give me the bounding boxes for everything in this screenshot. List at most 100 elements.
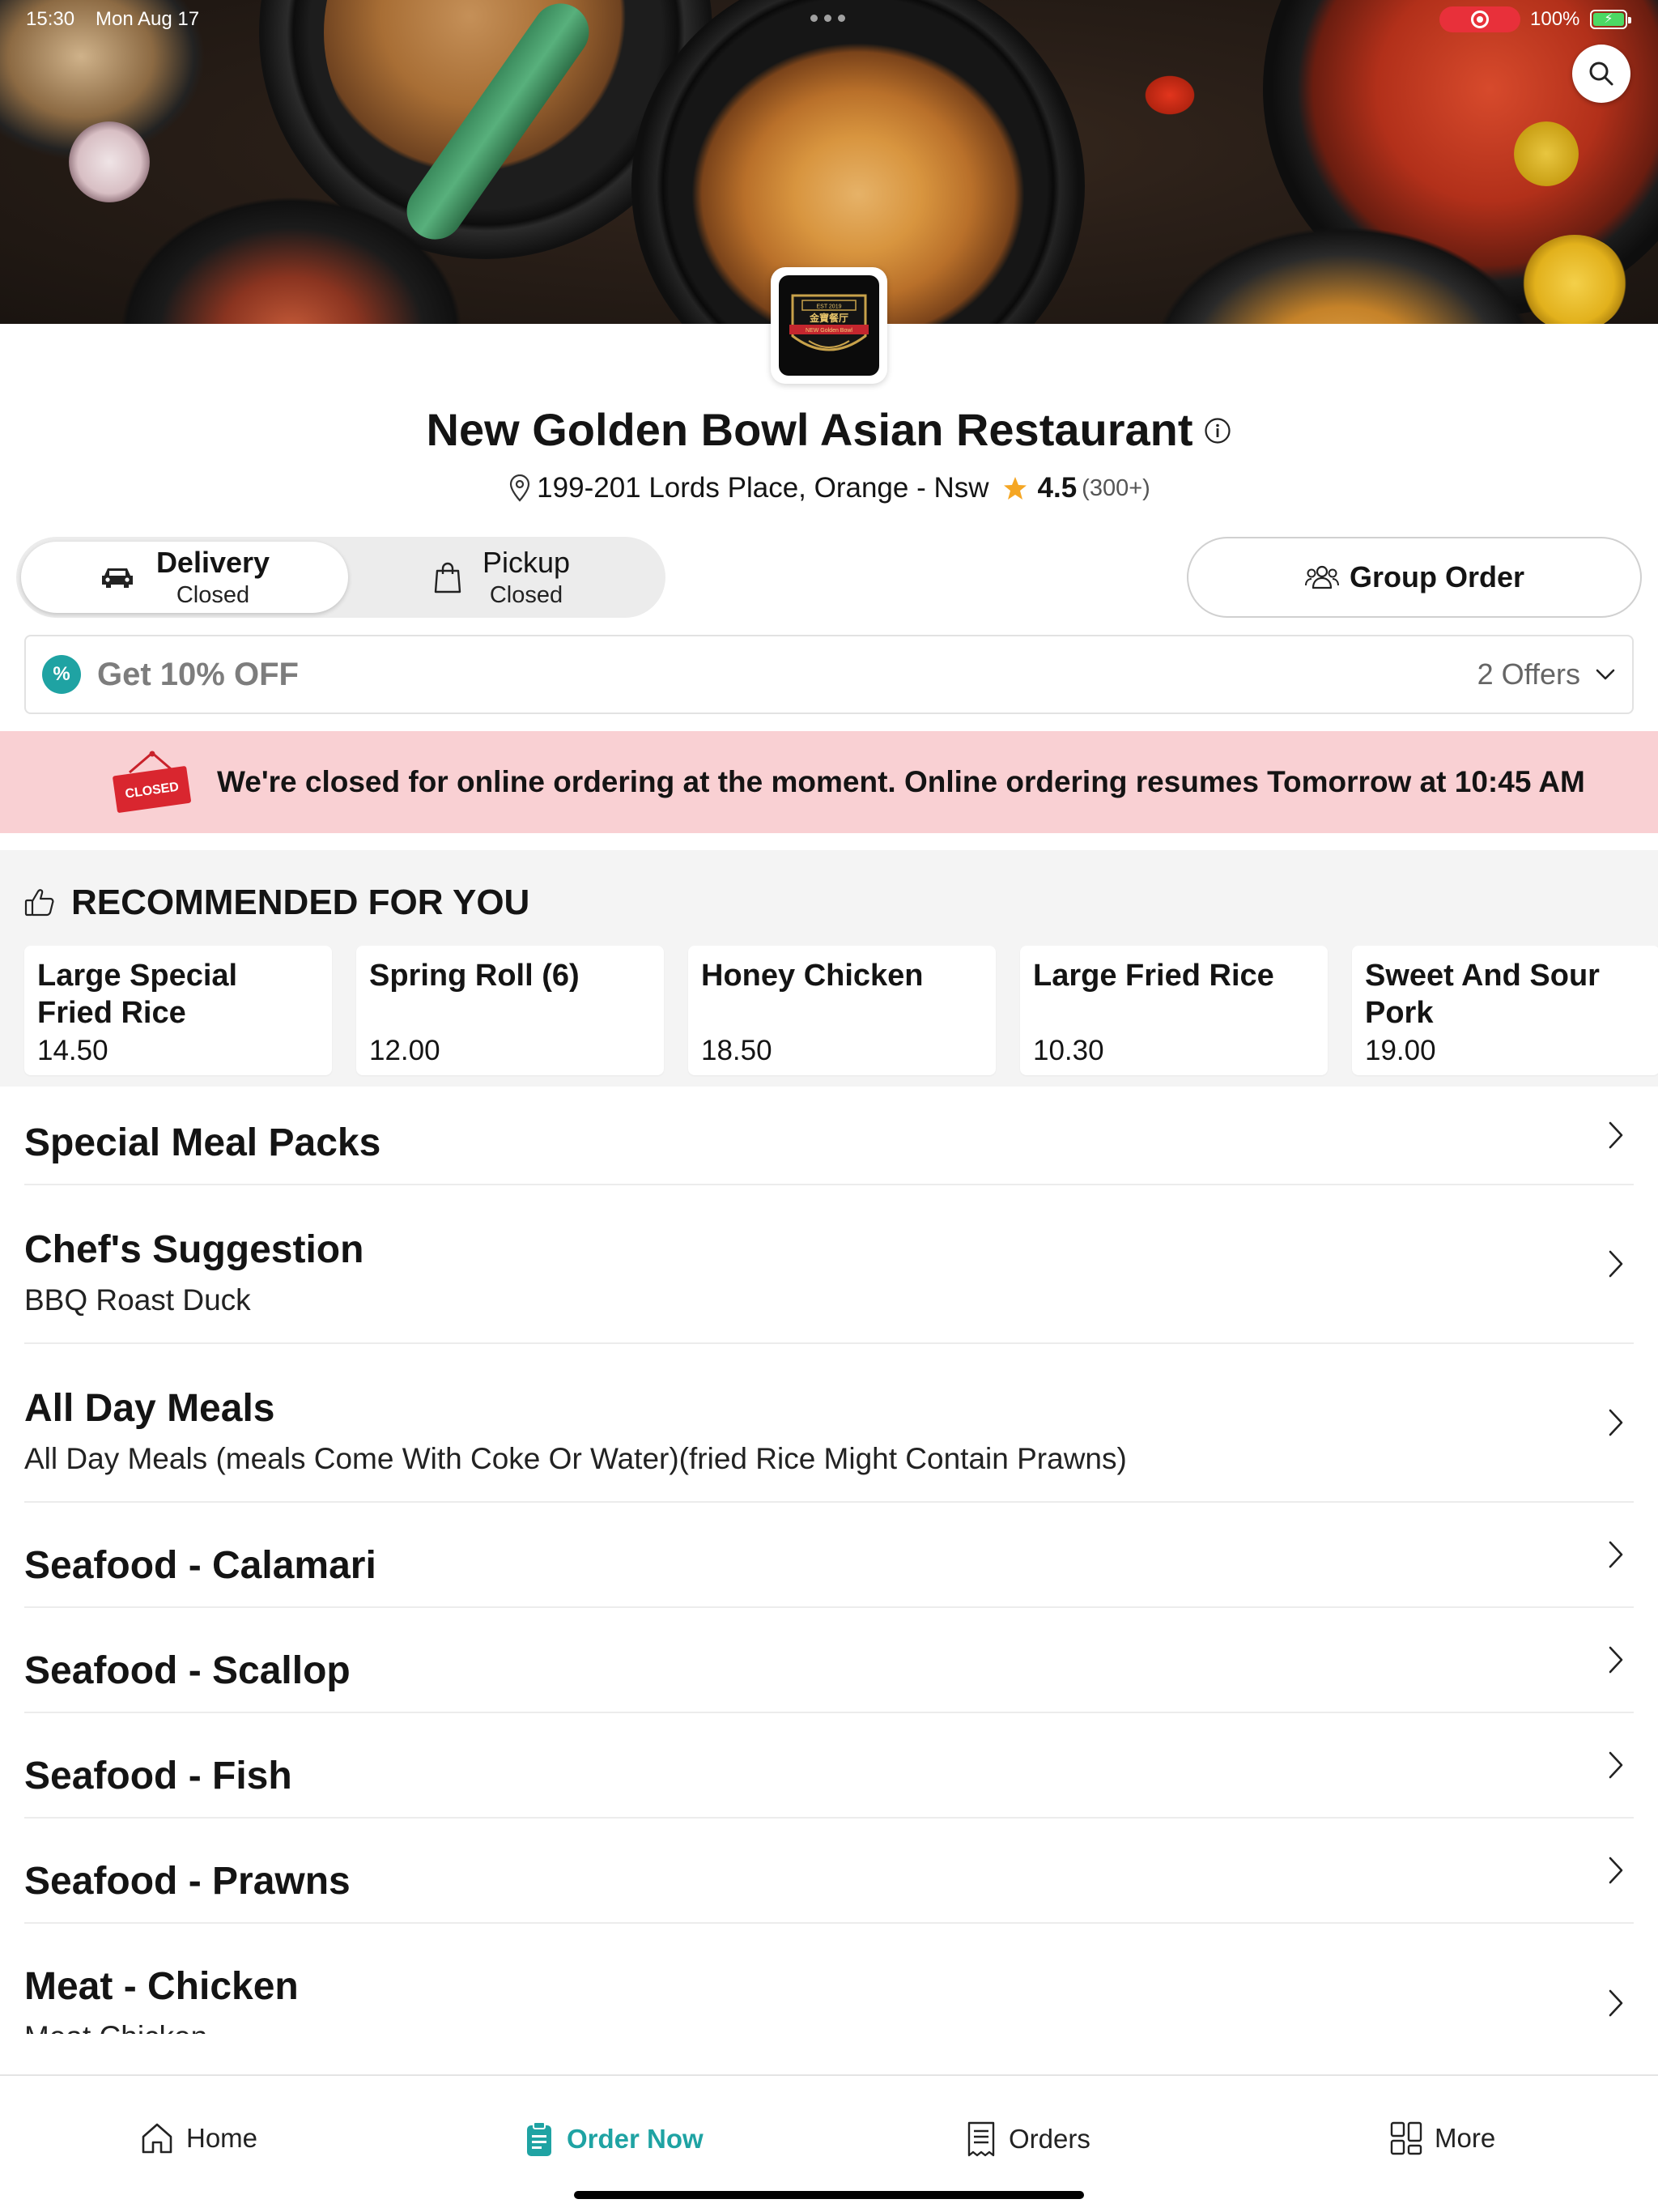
recommended-card[interactable]: Honey Chicken 18.50	[688, 946, 996, 1075]
group-order-label: Group Order	[1349, 560, 1525, 593]
recommended-item-name: Sweet And Sour Pork	[1365, 959, 1600, 1031]
rating-count: (300+)	[1082, 474, 1150, 501]
grid-icon	[1390, 2121, 1422, 2155]
status-date: Mon Aug 17	[96, 8, 200, 30]
group-users-icon	[1304, 565, 1339, 589]
star-icon	[1003, 477, 1027, 500]
delivery-option[interactable]: Delivery Closed	[21, 542, 348, 613]
chevron-right-icon	[1609, 1857, 1623, 1884]
chevron-right-icon	[1609, 1121, 1623, 1149]
delivery-status: Closed	[176, 582, 250, 609]
pickup-label: Pickup	[482, 546, 571, 580]
recommended-item-price: 19.00	[1365, 1035, 1436, 1066]
category-description: BBQ Roast Duck	[24, 1283, 251, 1317]
battery-icon: ⚡	[1590, 10, 1631, 29]
category-row[interactable]: Seafood - Calamari	[24, 1503, 1634, 1608]
rating-value: 4.5	[1037, 472, 1078, 504]
thumbs-up-icon	[24, 889, 54, 917]
restaurant-logo: EST 2019 金寶餐厅 NEW Golden Bowl	[771, 267, 887, 384]
category-description: All Day Meals (meals Come With Coke Or W…	[24, 1442, 1127, 1475]
car-icon	[101, 568, 133, 588]
svg-text:NEW Golden Bowl: NEW Golden Bowl	[806, 328, 852, 334]
status-bar: 15:30 Mon Aug 17 100% ⚡	[0, 0, 1658, 39]
recommended-item-price: 10.30	[1033, 1035, 1104, 1066]
category-row[interactable]: Seafood - Prawns	[24, 1819, 1634, 1924]
search-button[interactable]	[1572, 45, 1630, 103]
shopping-bag-icon	[434, 562, 461, 593]
restaurant-address: 199-201 Lords Place, Orange - Nsw	[537, 472, 989, 504]
info-icon[interactable]	[1204, 402, 1231, 455]
recommended-item-price: 18.50	[701, 1035, 772, 1066]
chevron-right-icon	[1609, 1250, 1623, 1278]
category-title: Seafood - Fish	[24, 1755, 292, 1797]
home-indicator[interactable]	[574, 2191, 1084, 2199]
recommended-item-name: Spring Roll (6)	[369, 959, 580, 993]
tab-orders[interactable]: Orders	[965, 2121, 1090, 2158]
chevron-right-icon	[1609, 1409, 1623, 1436]
svg-text:金寶餐厅: 金寶餐厅	[809, 312, 848, 324]
recommended-heading: RECOMMENDED FOR YOU	[24, 883, 529, 923]
recommended-item-price: 12.00	[369, 1035, 440, 1066]
chevron-right-icon	[1609, 1646, 1623, 1674]
closed-message: We're closed for online ordering at the …	[217, 765, 1585, 798]
pickup-option[interactable]: Pickup Closed	[338, 542, 665, 613]
tab-order-now-label: Order Now	[567, 2124, 704, 2154]
restaurant-name-text: New Golden Bowl Asian Restaurant	[426, 404, 1193, 455]
category-title: Seafood - Scallop	[24, 1649, 351, 1692]
menu-category-list: Special Meal Packs Chef's Suggestion BBQ…	[0, 1087, 1658, 2034]
category-row[interactable]: Special Meal Packs	[24, 1087, 1634, 1185]
category-title: Seafood - Calamari	[24, 1544, 376, 1587]
svg-text:EST 2019: EST 2019	[816, 304, 841, 310]
receipt-icon	[967, 2121, 995, 2157]
tab-home-label: Home	[186, 2123, 258, 2153]
delivery-label: Delivery	[155, 546, 270, 580]
discount-badge-icon: %	[42, 655, 81, 694]
recommended-card[interactable]: Spring Roll (6) 12.00	[356, 946, 664, 1075]
restaurant-name: New Golden Bowl Asian Restaurant	[0, 403, 1658, 460]
recommended-item-name: Large Fried Rice	[1033, 959, 1274, 993]
location-pin-icon	[510, 474, 530, 502]
category-row[interactable]: Meat - Chicken Meat Chicken	[24, 1924, 1634, 2034]
category-description: Meat Chicken	[24, 2020, 1634, 2034]
category-title: Special Meal Packs	[24, 1121, 381, 1164]
recommended-card[interactable]: Large Special Fried Rice 14.50	[24, 946, 332, 1075]
battery-percent: 100%	[1530, 8, 1580, 30]
home-icon	[142, 2123, 172, 2154]
screen-record-icon[interactable]	[1439, 6, 1520, 32]
recommended-section: RECOMMENDED FOR YOU Large Special Fried …	[0, 850, 1658, 1087]
offers-bar[interactable]: % Get 10% OFF 2 Offers	[24, 635, 1634, 714]
chevron-right-icon	[1609, 1751, 1623, 1779]
recommended-title: RECOMMENDED FOR YOU	[71, 883, 530, 922]
tab-more[interactable]: More	[1389, 2121, 1495, 2156]
tab-home[interactable]: Home	[139, 2121, 257, 2156]
group-order-button[interactable]: Group Order	[1187, 537, 1642, 618]
recommended-card[interactable]: Sweet And Sour Pork 19.00	[1352, 946, 1658, 1075]
chevron-right-icon	[1609, 1541, 1623, 1568]
tab-more-label: More	[1435, 2123, 1496, 2153]
category-row[interactable]: Seafood - Fish	[24, 1713, 1634, 1819]
order-icon	[527, 2121, 551, 2156]
tab-order-now[interactable]: Order Now	[523, 2121, 704, 2158]
restaurant-meta: 199-201 Lords Place, Orange - Nsw 4.5 (3…	[0, 472, 1658, 504]
pickup-status: Closed	[489, 582, 563, 609]
tab-orders-label: Orders	[1009, 2124, 1090, 2154]
category-row[interactable]: All Day Meals All Day Meals (meals Come …	[24, 1344, 1634, 1503]
chevron-right-icon	[1609, 1989, 1623, 2017]
category-title: Chef's Suggestion	[24, 1228, 364, 1271]
closed-sign-icon: CLOSED	[113, 751, 191, 813]
recommended-item-name: Honey Chicken	[701, 959, 924, 993]
offers-dropdown[interactable]: 2 Offers	[1477, 657, 1616, 691]
category-title: Meat - Chicken	[24, 1965, 299, 2008]
category-title: All Day Meals	[24, 1387, 275, 1430]
offer-count-label: 2 Offers	[1477, 657, 1580, 691]
category-title: Seafood - Prawns	[24, 1860, 351, 1903]
category-row[interactable]: Chef's Suggestion BBQ Roast Duck	[24, 1185, 1634, 1344]
category-row[interactable]: Seafood - Scallop	[24, 1608, 1634, 1713]
chevron-down-icon	[1596, 669, 1615, 680]
recommended-card[interactable]: Large Fried Rice 10.30	[1020, 946, 1328, 1075]
multitask-dots-icon[interactable]	[810, 15, 845, 22]
recommended-item-price: 14.50	[37, 1035, 108, 1066]
closed-banner: CLOSED We're closed for online ordering …	[0, 731, 1658, 833]
offer-headline: Get 10% OFF	[97, 656, 299, 692]
search-icon	[1589, 62, 1613, 86]
